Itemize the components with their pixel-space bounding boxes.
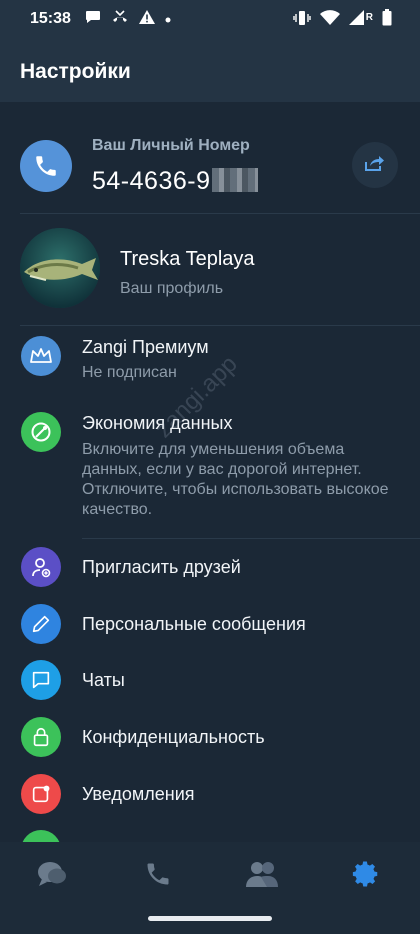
personal-number-label: Ваш Личный Номер: [92, 137, 250, 154]
page-title: Настройки: [20, 60, 131, 83]
crown-icon: [21, 336, 61, 376]
notifications-title: Уведомления: [82, 784, 195, 804]
settings-icon: [351, 859, 381, 894]
invite-friends-title: Пригласить друзей: [82, 557, 241, 577]
divider: [82, 538, 420, 539]
status-bar: 15:38 R: [0, 0, 420, 38]
personal-number-value: 54-4636-9: [92, 167, 259, 196]
warning-icon: [138, 9, 155, 29]
nav-calls[interactable]: [138, 858, 178, 894]
personal-number-digits: 54-4636-9: [92, 167, 211, 195]
nav-settings[interactable]: [346, 858, 386, 894]
notification-icon: [21, 774, 61, 814]
wifi-icon: [319, 10, 340, 30]
profile-subtitle: Ваш профиль: [120, 280, 224, 297]
signal-icon: [348, 10, 365, 30]
roaming-indicator: R: [365, 11, 373, 23]
lock-icon: [21, 717, 61, 757]
vibrate-icon: [293, 10, 311, 31]
settings-list[interactable]: Ваш Личный Номер 54-4636-9 Treska Teplay…: [0, 102, 420, 842]
data-saving-description: Включите для уменьшения объема данных, е…: [82, 441, 389, 518]
app-bar: Настройки: [0, 38, 420, 102]
chat-notification-icon: [85, 10, 101, 29]
divider: [20, 325, 420, 326]
missed-call-icon: [111, 9, 129, 29]
avatar: [20, 228, 100, 308]
divider: [20, 213, 420, 214]
contacts-icon: [245, 860, 279, 893]
profile-name: Treska Teplaya: [120, 248, 255, 270]
pencil-icon: [21, 604, 61, 644]
home-indicator[interactable]: [148, 916, 272, 921]
status-time: 15:38: [30, 10, 71, 27]
partial-item-icon: [21, 830, 61, 842]
nav-chats[interactable]: [32, 858, 72, 894]
privacy-title: Конфиденциальность: [82, 727, 265, 747]
chat-bubble-icon: [21, 660, 61, 700]
redacted-digits: [212, 168, 259, 192]
share-icon: [365, 154, 385, 177]
nav-contacts[interactable]: [242, 858, 282, 894]
chats-title: Чаты: [82, 670, 125, 690]
dot-icon: [165, 10, 171, 28]
invite-friends-icon: [21, 547, 61, 587]
share-number-button[interactable]: [352, 142, 398, 188]
personal-messages-title: Персональные сообщения: [82, 614, 306, 634]
data-saving-icon: [21, 412, 61, 452]
premium-subtitle: Не подписан: [82, 364, 177, 381]
battery-icon: [382, 9, 392, 31]
phone-number-icon: [20, 140, 72, 192]
premium-title: Zangi Премиум: [82, 337, 209, 357]
phone-icon: [144, 860, 172, 893]
chats-icon: [36, 859, 68, 894]
